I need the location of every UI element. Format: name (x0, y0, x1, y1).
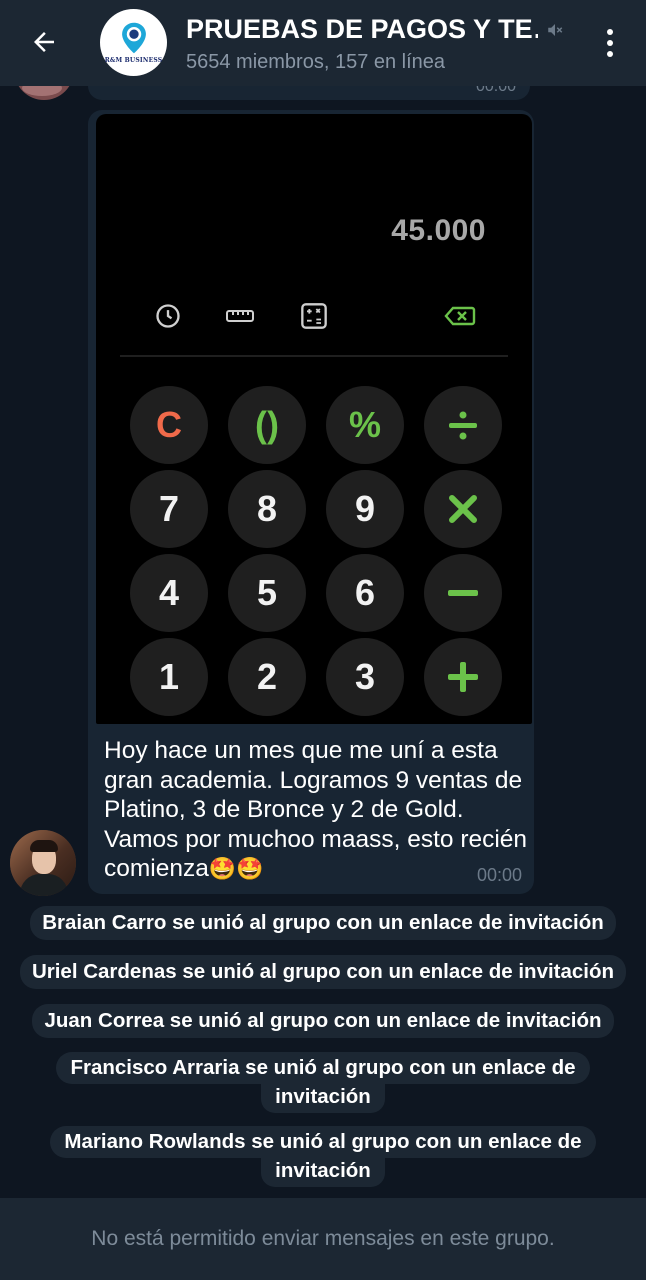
history-icon (156, 304, 180, 328)
avatar-brand-text: R&M BUSINESS (104, 57, 163, 64)
calculator-divider (120, 355, 508, 357)
service-message: Mariano Rowlands se unió al grupo con un… (0, 1126, 646, 1187)
message-line: gran academia. Logramos 9 ventas de (104, 766, 523, 794)
join-notice-text: invitación (261, 1081, 385, 1113)
message-time: 00:00 (476, 865, 522, 885)
key-6: 6 (326, 554, 404, 632)
join-notice[interactable]: Francisco Arraria se unió al grupo con u… (56, 1052, 590, 1113)
join-notice[interactable]: Juan Correa se unió al grupo con un enla… (32, 1004, 614, 1038)
join-notice-text: Francisco Arraria se unió al grupo con u… (56, 1052, 590, 1084)
multiply-icon (449, 495, 477, 523)
member-count: 5654 miembros, 157 en línea (186, 51, 446, 73)
calculator-display: 45.000 (391, 214, 486, 247)
message-line-last: comienza🤩🤩 (104, 854, 528, 885)
more-options-button[interactable] (598, 26, 622, 60)
location-pin-logo (121, 22, 146, 54)
key-2: 2 (228, 638, 306, 716)
service-message: Braian Carro se unió al grupo con un enl… (0, 906, 646, 940)
join-notice-line: invitación (56, 1081, 589, 1113)
ruler-icon (226, 310, 254, 322)
chat-screen: R&M BUSINESS PRUEBAS DE PAGOS Y TE… 5654… (0, 0, 646, 1280)
message-line: comienza (104, 855, 209, 882)
key-clear: C (130, 386, 208, 464)
scientific-icon (301, 303, 327, 329)
key-parentheses: () (228, 386, 306, 464)
more-vertical-icon (607, 29, 613, 35)
key-plus (424, 638, 502, 716)
message-bubble[interactable]: 45.000 C()% 7 8 9 4 5 6 1 2 3 Hoy hace un mes qu (88, 110, 534, 894)
join-notice[interactable]: Uriel Cardenas se unió al grupo con un e… (19, 955, 627, 989)
service-message: Uriel Cardenas se unió al grupo con un e… (0, 955, 646, 989)
more-dot (607, 51, 613, 57)
message-text: Hoy hace un mes que me uní a esta gran a… (104, 736, 528, 885)
group-title-row: PRUEBAS DE PAGOS Y TE… (186, 14, 566, 45)
join-notice-line: Francisco Arraria se unió al grupo con u… (56, 1052, 590, 1084)
key-divide (424, 386, 502, 464)
restricted-note: No está permitido enviar mensajes en est… (91, 1227, 555, 1250)
header-title-area[interactable]: PRUEBAS DE PAGOS Y TE… 5654 miembros, 15… (186, 14, 566, 74)
back-button[interactable] (22, 22, 66, 62)
service-message: Juan Correa se unió al grupo con un enla… (0, 1004, 646, 1038)
key-percent: % (326, 386, 404, 464)
group-title: PRUEBAS DE PAGOS Y TE… (186, 14, 538, 44)
more-dot (607, 40, 613, 46)
join-notice-text: Mariano Rowlands se unió al grupo con un… (50, 1126, 596, 1158)
join-notice-line: invitación (50, 1155, 595, 1187)
group-avatar[interactable]: R&M BUSINESS (100, 9, 167, 76)
message-line: Hoy hace un mes que me uní a esta (104, 737, 498, 764)
join-notice[interactable]: Mariano Rowlands se unió al grupo con un… (50, 1126, 596, 1187)
key-multiply (424, 470, 502, 548)
muted-speaker-icon (548, 23, 563, 36)
key-7: 7 (130, 470, 208, 548)
chat-header: R&M BUSINESS PRUEBAS DE PAGOS Y TE… 5654… (0, 0, 646, 86)
divide-icon (449, 411, 477, 440)
message-line: Vamos por muchoo maass, esto recién (104, 825, 528, 853)
key-5: 5 (228, 554, 306, 632)
restricted-input-bar: No está permitido enviar mensajes en est… (0, 1198, 646, 1280)
plus-icon (448, 662, 478, 692)
message-line: Platino, 3 de Bronce y 2 de Gold. (104, 796, 464, 823)
arrow-left-icon (34, 32, 54, 52)
service-message: Francisco Arraria se unió al grupo con u… (0, 1052, 646, 1113)
sender-avatar[interactable] (10, 830, 76, 896)
key-minus (424, 554, 502, 632)
calculator-screenshot-photo[interactable]: 45.000 C ()% 7 8 9 4 5 6 1 2 3 (96, 114, 532, 724)
join-notice[interactable]: Braian Carro se unió al grupo con un enl… (30, 906, 616, 940)
join-notice-line: Mariano Rowlands se unió al grupo con un… (50, 1126, 596, 1158)
backspace-icon (444, 306, 476, 326)
key-4: 4 (130, 554, 208, 632)
minus-icon (448, 590, 478, 596)
key-9: 9 (326, 470, 404, 548)
key-8: 8 (228, 470, 306, 548)
join-notice-text: invitación (261, 1155, 385, 1187)
star-struck-emoji: 🤩🤩 (208, 857, 264, 882)
key-3: 3 (326, 638, 404, 716)
avatar-hair (30, 840, 58, 852)
key-1: 1 (130, 638, 208, 716)
